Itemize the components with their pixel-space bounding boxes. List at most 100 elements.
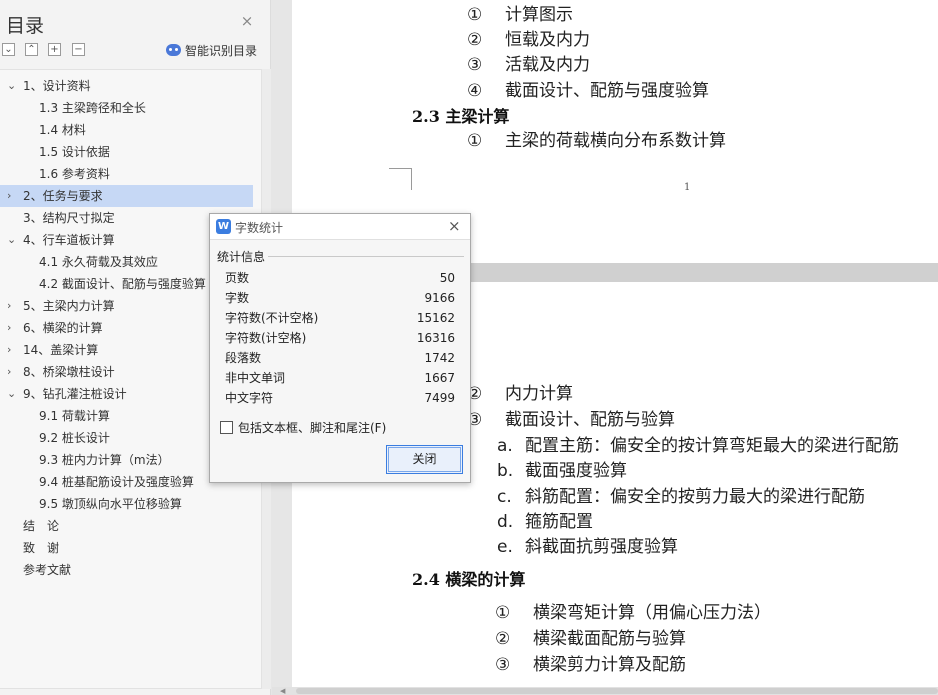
toc-item-label: 4、行车道板计算: [23, 233, 115, 247]
dialog-title: 字数统计: [235, 221, 284, 235]
checkbox-label: 包括文本框、脚注和尾注(F): [238, 420, 387, 435]
list-item: ④ 截面设计、配筋与强度验算: [467, 81, 709, 101]
group-divider: [268, 256, 464, 257]
chevron-down-icon[interactable]: ⌄: [7, 229, 19, 251]
chevron-right-icon[interactable]: ›: [7, 185, 19, 207]
toc-item-label: 1.4 材料: [39, 123, 86, 137]
toc-item-label: 1.3 主梁跨径和全长: [39, 101, 146, 115]
collapse-all-icon[interactable]: ⌄: [2, 43, 15, 56]
stats-group-label: 统计信息: [217, 250, 266, 264]
toc-item-label: 1.6 参考资料: [39, 167, 110, 181]
toc-item-label: 9.5 墩顶纵向水平位移验算: [39, 497, 182, 511]
stat-label: 字符数(不计空格): [225, 311, 319, 325]
margin-corner-mark: [389, 168, 411, 169]
toc-item-label: 14、盖梁计算: [23, 343, 99, 357]
toc-item[interactable]: 参考文献: [0, 559, 253, 581]
list-item: ① 计算图示: [467, 5, 573, 25]
toc-item-label: 1.5 设计依据: [39, 145, 110, 159]
section-heading: 2.3 主梁计算: [412, 107, 510, 126]
toc-item[interactable]: 结 论: [0, 515, 253, 537]
toc-title: 目录: [6, 15, 45, 37]
list-item: ③ 横梁剪力计算及配筋: [495, 655, 686, 675]
toc-item[interactable]: 致 谢: [0, 537, 253, 559]
toc-item[interactable]: 1.4 材料: [0, 119, 253, 141]
toc-item-label: 参考文献: [23, 563, 72, 577]
stat-label: 字符数(计空格): [225, 331, 307, 345]
sub-list-item: d. 箍筋配置: [497, 512, 593, 532]
chevron-right-icon[interactable]: ›: [7, 295, 19, 317]
toc-item[interactable]: › 2、任务与要求: [0, 185, 253, 207]
list-item: ② 内力计算: [467, 384, 573, 404]
smart-toc-button[interactable]: 智能识别目录: [166, 42, 257, 58]
toc-item-label: 4.2 截面设计、配筋与强度验算: [39, 277, 206, 291]
list-item: ③ 截面设计、配筋与验算: [467, 410, 675, 430]
list-item: ① 横梁弯矩计算（用偏心压力法）: [495, 603, 771, 623]
list-item: ② 横梁截面配筋与验算: [495, 629, 686, 649]
toc-item-label: 9.2 桩长设计: [39, 431, 110, 445]
toc-item-label: 8、桥梁墩柱设计: [23, 365, 115, 379]
stat-row: 字数 9166: [225, 288, 455, 308]
stat-value: 9166: [424, 291, 455, 305]
toc-item-label: 9.1 荷载计算: [39, 409, 110, 423]
remove-heading-icon[interactable]: −: [72, 43, 85, 56]
stat-value: 1667: [424, 371, 455, 385]
toc-item-label: 致 谢: [23, 541, 60, 555]
margin-corner-mark: [411, 168, 412, 190]
dialog-titlebar[interactable]: W 字数统计 ×: [210, 214, 470, 240]
stat-row: 字符数(不计空格) 15162: [225, 308, 455, 328]
stat-row: 中文字符 7499: [225, 388, 455, 408]
smart-toc-label: 智能识别目录: [185, 43, 258, 58]
stat-value: 1742: [424, 351, 455, 365]
sub-list-item: e. 斜截面抗剪强度验算: [497, 537, 678, 557]
toc-item-label: 结 论: [23, 519, 60, 533]
page-number: 1: [684, 182, 691, 193]
chevron-right-icon[interactable]: ›: [7, 317, 19, 339]
stat-value: 16316: [416, 331, 455, 345]
stat-row: 段落数 1742: [225, 348, 455, 368]
sub-list-item: a. 配置主筋：偏安全的按计算弯矩最大的梁进行配筋: [497, 436, 899, 456]
stat-row: 非中文单词 1667: [225, 368, 455, 388]
chevron-down-icon[interactable]: ⌄: [7, 383, 19, 405]
stat-label: 中文字符: [225, 391, 274, 405]
chevron-right-icon[interactable]: ›: [7, 361, 19, 383]
toc-item-label: 9、钻孔灌注桩设计: [23, 387, 127, 401]
chevron-down-icon[interactable]: ⌄: [7, 75, 19, 97]
scrollbar-thumb[interactable]: [296, 688, 938, 694]
toc-item[interactable]: 9.5 墩顶纵向水平位移验算: [0, 493, 253, 515]
toc-item-label: 2、任务与要求: [23, 189, 103, 203]
wps-writer-icon: W: [216, 219, 231, 234]
stat-label: 段落数: [225, 351, 262, 365]
app-window: 目录 × ⌄ ⌃ + − 智能识别目录 ⌄ 1、设计资料 1.3 主梁跨径和全长 1.…: [0, 0, 938, 695]
toc-item[interactable]: 1.5 设计依据: [0, 141, 253, 163]
stat-value: 50: [439, 271, 455, 285]
stat-value: 15162: [416, 311, 455, 325]
word-count-dialog: W 字数统计 × 统计信息 页数 50 字数 9166 字符数(不计空格) 15162 字符…: [209, 213, 471, 483]
stat-label: 非中文单词: [225, 371, 286, 385]
dialog-close-icon[interactable]: ×: [448, 218, 461, 234]
toc-item[interactable]: ⌄ 1、设计资料: [0, 75, 253, 97]
toc-close-icon[interactable]: ×: [239, 13, 255, 29]
horizontal-scrollbar[interactable]: ◀: [272, 687, 938, 695]
sub-list-item: c. 斜筋配置：偏安全的按剪力最大的梁进行配筋: [497, 487, 865, 507]
toc-toolbar: ⌄ ⌃ + − 智能识别目录: [0, 43, 271, 59]
sub-list-item: b. 截面强度验算: [497, 461, 627, 481]
toc-item-label: 3、结构尺寸拟定: [23, 211, 115, 225]
toc-item-label: 4.1 永久荷载及其效应: [39, 255, 158, 269]
close-button[interactable]: 关闭: [386, 445, 463, 474]
expand-up-icon[interactable]: ⌃: [25, 43, 38, 56]
include-textbox-checkbox[interactable]: 包括文本框、脚注和尾注(F): [220, 419, 386, 435]
scroll-left-icon[interactable]: ◀: [280, 687, 285, 695]
list-item: ① 主梁的荷载横向分布系数计算: [467, 131, 726, 151]
toc-item[interactable]: 1.3 主梁跨径和全长: [0, 97, 253, 119]
add-heading-icon[interactable]: +: [48, 43, 61, 56]
toc-item[interactable]: 1.6 参考资料: [0, 163, 253, 185]
stat-value: 7499: [424, 391, 455, 405]
toc-item-label: 9.3 桩内力计算（m法）: [39, 453, 170, 467]
close-button-focus-ring: [388, 447, 461, 472]
section-heading: 2.4 横梁的计算: [412, 570, 526, 589]
robot-icon: [166, 44, 181, 56]
list-item: ② 恒载及内力: [467, 30, 590, 50]
checkbox-box[interactable]: [220, 420, 233, 434]
chevron-right-icon[interactable]: ›: [7, 339, 19, 361]
toc-item-label: 1、设计资料: [23, 79, 91, 93]
